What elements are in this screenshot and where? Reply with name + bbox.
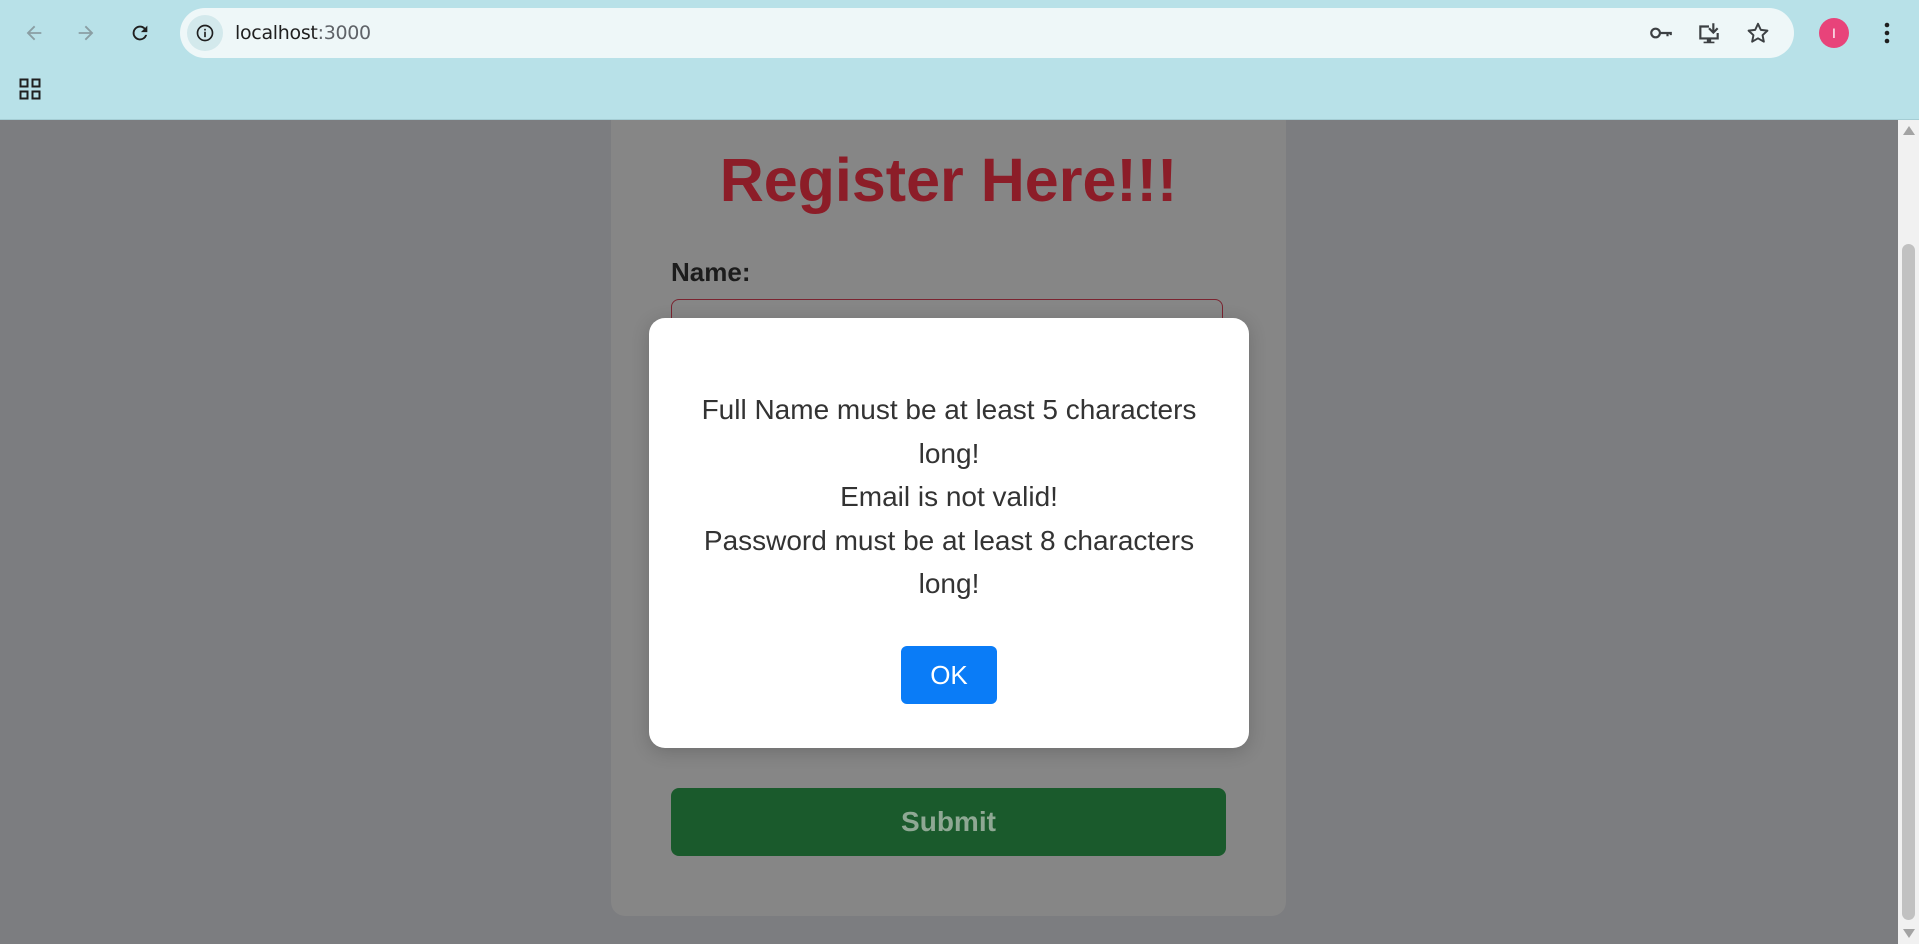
page-scrollbar[interactable] (1898, 120, 1919, 944)
address-bar[interactable]: localhost:3000 (180, 8, 1794, 58)
bookmark-button[interactable] (1744, 19, 1772, 47)
scroll-down-arrow-icon[interactable] (1903, 929, 1915, 938)
key-icon (1650, 27, 1672, 39)
scroll-up-arrow-icon[interactable] (1903, 126, 1915, 135)
site-info-button[interactable] (187, 15, 223, 51)
url-text[interactable]: localhost:3000 (235, 8, 371, 58)
kebab-menu-icon (1884, 22, 1890, 44)
apps-button[interactable] (15, 75, 45, 103)
page-title: Register Here!!! (719, 146, 1178, 214)
star-icon (1747, 22, 1769, 43)
ok-button[interactable]: OK (901, 646, 997, 704)
arrow-right-icon (78, 25, 94, 41)
url-host: localhost (235, 22, 318, 44)
password-manager-button[interactable] (1647, 19, 1675, 47)
info-icon (196, 24, 214, 42)
alert-line-name: Full Name must be at least 5 characters … (701, 394, 1197, 469)
arrow-left-icon (26, 25, 42, 41)
scroll-thumb[interactable] (1902, 244, 1915, 920)
alert-message: Full Name must be at least 5 characters … (679, 388, 1219, 606)
reload-icon (132, 25, 148, 41)
install-app-icon (1699, 23, 1719, 44)
forward-button[interactable] (67, 14, 105, 52)
name-label: Name: (671, 257, 751, 287)
apps-grid-icon (19, 78, 41, 100)
back-button[interactable] (15, 14, 53, 52)
submit-button[interactable]: Submit (671, 788, 1226, 856)
reload-button[interactable] (121, 14, 159, 52)
profile-avatar[interactable]: I (1819, 18, 1849, 48)
url-port: :3000 (317, 22, 372, 44)
alert-line-email: Email is not valid! (840, 481, 1058, 512)
install-app-button[interactable] (1695, 19, 1723, 47)
alert-line-password: Password must be at least 8 characters l… (703, 524, 1195, 600)
validation-alert-dialog: Full Name must be at least 5 characters … (649, 318, 1249, 748)
browser-menu-button[interactable] (1872, 14, 1902, 52)
browser-toolbar: localhost:3000 I (0, 0, 1919, 120)
